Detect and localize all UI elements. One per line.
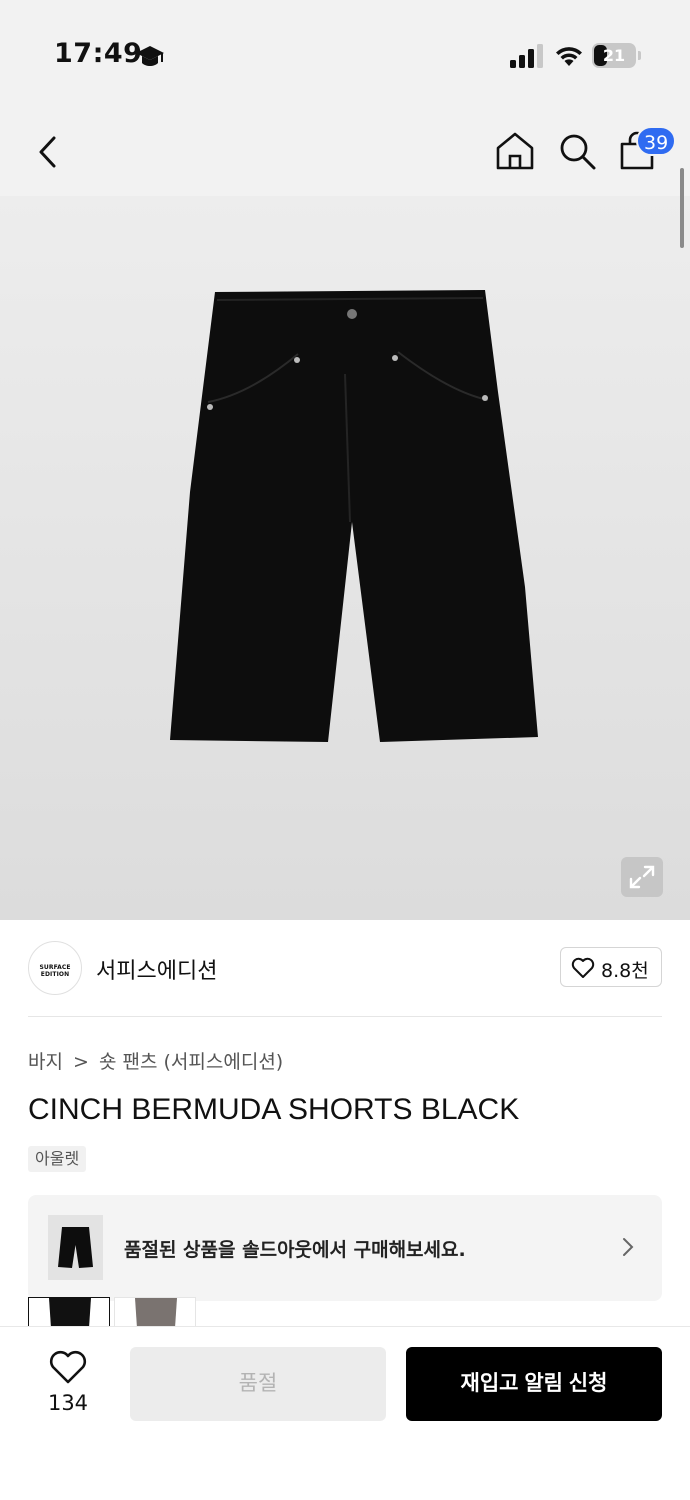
battery-percent: 21 [602, 46, 626, 65]
color-variant-grey[interactable] [114, 1297, 196, 1327]
scrollbar[interactable] [680, 168, 684, 248]
restock-alert-button[interactable]: 재입고 알림 신청 [406, 1347, 662, 1421]
soldout-banner-text: 품절된 상품을 솔드아웃에서 구매해보세요. [124, 1239, 466, 1261]
bottom-action-bar: 134 품절 재입고 알림 신청 [0, 1326, 690, 1500]
brand-like-button[interactable]: 8.8천 [560, 947, 662, 987]
product-title: CINCH BERMUDA SHORTS BLACK [28, 1093, 520, 1126]
soldout-button[interactable]: 품절 [130, 1347, 386, 1421]
outlet-tag: 아울렛 [28, 1146, 87, 1172]
battery-icon: 21 [592, 43, 636, 68]
heart-icon[interactable] [48, 1349, 88, 1385]
brand-like-count: 8.8천 [601, 960, 649, 982]
soldout-banner[interactable]: 품절된 상품을 솔드아웃에서 구매해보세요. [28, 1195, 662, 1301]
color-variant-black[interactable] [28, 1297, 110, 1327]
top-nav [0, 110, 690, 196]
back-chevron-icon[interactable] [28, 130, 68, 174]
soldout-thumbnail [48, 1215, 103, 1280]
chevron-right-icon [623, 1238, 634, 1256]
divider [28, 1016, 662, 1017]
breadcrumb-subcategory[interactable]: 숏 팬츠 (서피스에디션) [99, 1051, 283, 1073]
product-image[interactable] [0, 196, 690, 920]
shorts-thumbnail-icon [58, 1227, 93, 1268]
variant-black-image [49, 1298, 91, 1327]
signal-icon [510, 44, 543, 68]
brand-logo-text: SURFACE EDITION [39, 964, 71, 978]
shorts-image [170, 290, 538, 742]
cart-count-badge[interactable]: 39 [636, 126, 677, 156]
search-icon[interactable] [556, 130, 598, 172]
expand-icon [629, 865, 655, 889]
breadcrumb-category[interactable]: 바지 [28, 1051, 63, 1073]
wish-count: 134 [47, 1391, 89, 1415]
status-bar: 17:49 21 [0, 0, 690, 110]
home-icon[interactable] [494, 130, 536, 172]
battery-tip [638, 51, 641, 60]
wifi-icon [556, 47, 582, 66]
expand-image-button[interactable] [621, 857, 663, 897]
status-time: 17:49 [54, 38, 143, 69]
variant-grey-image [135, 1298, 177, 1327]
brand-logo[interactable]: SURFACE EDITION [28, 941, 82, 995]
breadcrumb-separator: > [73, 1051, 89, 1073]
heart-icon [571, 957, 595, 978]
brand-name[interactable]: 서피스에디션 [96, 953, 217, 985]
breadcrumb: 바지 > 숏 팬츠 (서피스에디션) [28, 1047, 287, 1074]
graduation-cap-icon [136, 46, 164, 66]
